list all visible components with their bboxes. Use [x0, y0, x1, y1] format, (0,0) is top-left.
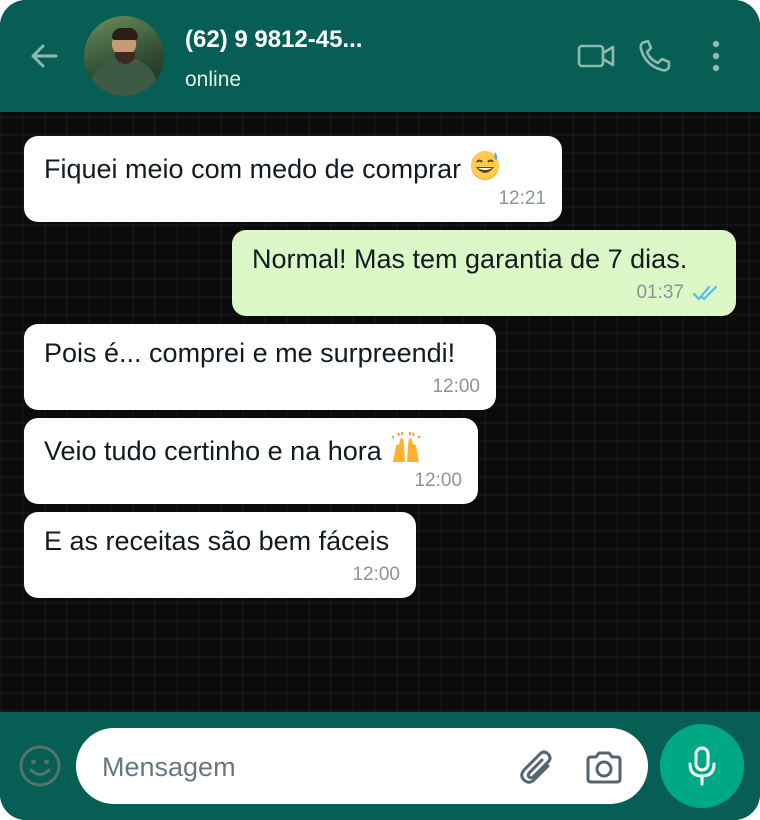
message-bubble[interactable]: Pois é... comprei e me surpreendi! 12:00 [24, 324, 496, 410]
voice-record-button[interactable] [660, 724, 744, 808]
message-meta: 12:00 [352, 564, 400, 586]
message-bubble[interactable]: Fiquei meio com medo de comprar 12:21 [24, 136, 562, 222]
message-text: Pois é... comprei e me surpreendi! [44, 338, 456, 368]
message-text: Fiquei meio com medo de comprar [44, 154, 462, 184]
message-meta: 12:00 [414, 470, 462, 492]
contact-name[interactable]: (62) 9 9812-45... [185, 26, 362, 54]
raising-hands-emoji-icon [391, 432, 421, 462]
chat-area[interactable]: Fiquei meio com medo de comprar 12:21 No… [0, 112, 760, 712]
message-text: Veio tudo certinho e na hora [44, 436, 382, 466]
message-meta: 12:21 [498, 188, 546, 210]
back-arrow-icon[interactable] [26, 38, 62, 74]
grinning-sweat-emoji-icon [471, 151, 500, 180]
message-input[interactable] [100, 746, 504, 788]
avatar-hair [112, 28, 138, 40]
voice-call-icon[interactable] [636, 38, 676, 74]
message-text-row: Fiquei meio com medo de comprar [44, 150, 542, 185]
message-time: 01:37 [636, 282, 684, 303]
message-bubble[interactable]: E as receitas são bem fáceis 12:00 [24, 512, 416, 598]
emoji-picker-icon[interactable] [18, 744, 62, 788]
read-receipt-icon [692, 285, 718, 301]
video-call-icon[interactable] [576, 38, 616, 74]
message-text: E as receitas são bem fáceis [44, 526, 390, 556]
attach-icon[interactable] [518, 746, 558, 790]
chat-window: (62) 9 9812-45... online Fiquei meio com… [0, 0, 760, 820]
message-bubble[interactable]: Normal! Mas tem garantia de 7 dias. 01:3… [232, 230, 736, 316]
message-time: 12:00 [352, 564, 400, 585]
avatar[interactable] [84, 16, 164, 96]
message-bubble[interactable]: Veio tudo certinho e na hora 12:00 [24, 418, 478, 504]
contact-status: online [185, 68, 242, 91]
chat-header: (62) 9 9812-45... online [0, 0, 760, 112]
avatar-beard [115, 52, 135, 64]
message-meta: 12:00 [432, 376, 480, 398]
message-time: 12:21 [498, 188, 546, 209]
more-options-icon[interactable] [706, 38, 726, 74]
message-text: Normal! Mas tem garantia de 7 dias. [252, 244, 688, 274]
message-text-row: Veio tudo certinho e na hora [44, 432, 458, 467]
message-time: 12:00 [432, 376, 480, 397]
message-time: 12:00 [414, 470, 462, 491]
camera-icon[interactable] [584, 748, 624, 788]
message-input-container[interactable] [76, 728, 648, 804]
message-meta: 01:37 [636, 282, 720, 304]
microphone-icon [688, 746, 716, 786]
